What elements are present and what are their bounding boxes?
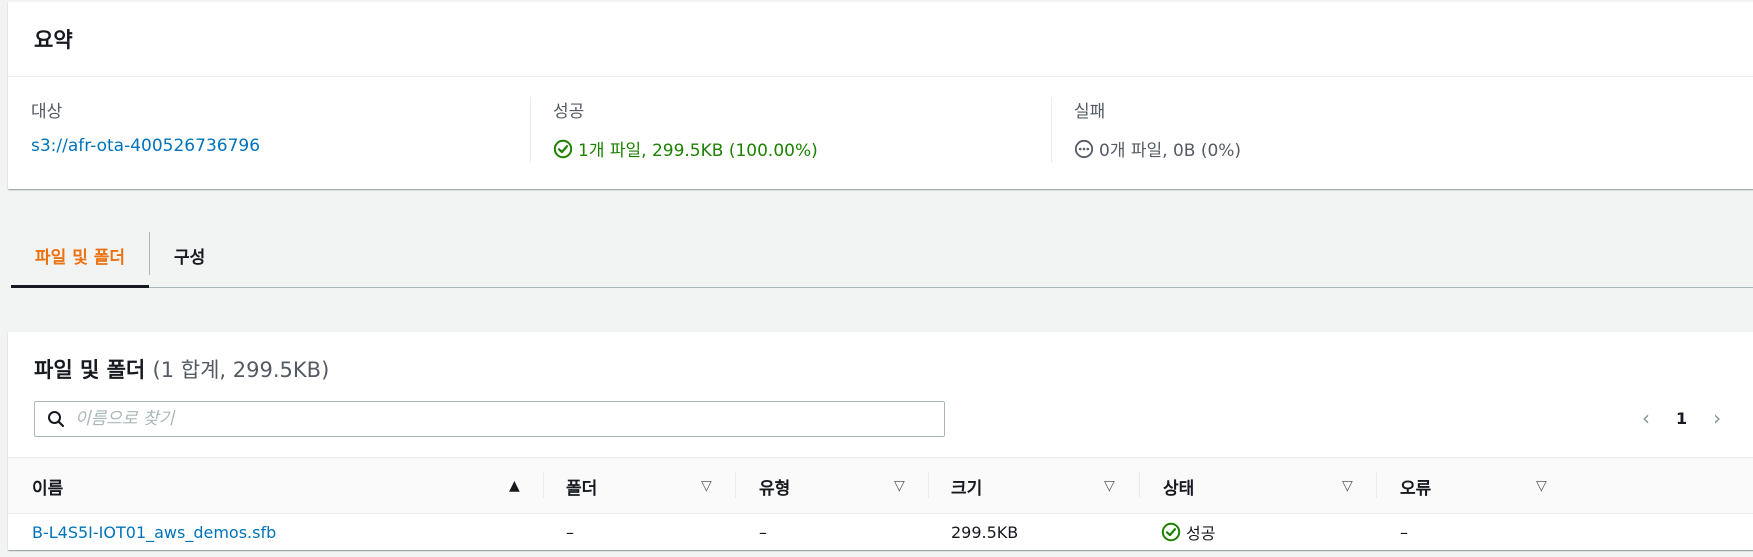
sort-toggle-icon[interactable]: ▽ <box>701 478 712 494</box>
table-row: B-L4S5I-IOT01_aws_demos.sfb – – 299.5KB … <box>8 514 1753 550</box>
succeeded-label: 성공 <box>553 102 585 122</box>
search-icon <box>48 411 65 428</box>
failed-label: 실패 <box>1074 102 1106 122</box>
next-page-icon[interactable]: › <box>1713 406 1721 430</box>
success-check-icon <box>553 139 573 158</box>
destination-column: 대상 s3://afr-ota-400526736796 <box>31 97 260 156</box>
files-count: (1 합계, 299.5KB) <box>152 358 330 382</box>
column-header-error[interactable]: 오류 <box>1400 458 1431 515</box>
file-type: – <box>759 522 767 542</box>
pagination: ‹ 1 › <box>1642 406 1721 430</box>
summary-title: 요약 <box>34 28 73 52</box>
current-page[interactable]: 1 <box>1676 409 1687 428</box>
column-header-size[interactable]: 크기 <box>951 458 982 515</box>
column-header-status[interactable]: 상태 <box>1163 458 1194 515</box>
destination-link[interactable]: s3://afr-ota-400526736796 <box>31 136 260 156</box>
column-header-type[interactable]: 유형 <box>759 458 790 515</box>
column-divider <box>530 97 531 163</box>
previous-page-icon[interactable]: ‹ <box>1642 406 1650 430</box>
destination-label: 대상 <box>31 102 63 122</box>
succeeded-value: 1개 파일, 299.5KB (100.00%) <box>578 141 818 161</box>
tab-configuration[interactable]: 구성 <box>150 224 229 287</box>
table-header: 이름 ▲ 폴더 ▽ 유형 ▽ 크기 ▽ 상태 ▽ 오류 ▽ <box>8 457 1753 514</box>
tab-files-and-folders[interactable]: 파일 및 폴더 <box>11 224 150 288</box>
column-divider <box>1139 472 1140 498</box>
files-title-text: 파일 및 폴더 <box>34 358 146 382</box>
column-header-folder[interactable]: 폴더 <box>566 458 597 515</box>
summary-columns: 대상 s3://afr-ota-400526736796 성공 1개 파일, 2… <box>8 77 1753 187</box>
files-panel: 파일 및 폴더 (1 합계, 299.5KB) ‹ 1 › 이름 ▲ 폴더 ▽ … <box>8 332 1753 550</box>
success-check-icon <box>1161 522 1181 542</box>
column-divider <box>543 472 544 498</box>
column-divider <box>735 472 736 498</box>
search-box <box>34 401 945 437</box>
succeeded-column: 성공 1개 파일, 299.5KB (100.00%) <box>553 97 818 161</box>
file-folder: – <box>566 522 574 542</box>
column-header-name[interactable]: 이름 <box>32 458 63 515</box>
column-divider <box>1376 472 1377 498</box>
search-input[interactable] <box>75 409 895 429</box>
sort-toggle-icon[interactable]: ▽ <box>1342 478 1353 494</box>
summary-header: 요약 <box>8 2 1753 77</box>
sort-toggle-icon[interactable]: ▽ <box>894 478 905 494</box>
file-status-label: 성공 <box>1186 524 1216 543</box>
failed-column: 실패 0개 파일, 0B (0%) <box>1074 97 1241 161</box>
file-size: 299.5KB <box>951 522 1019 542</box>
sort-toggle-icon[interactable]: ▽ <box>1536 478 1547 494</box>
column-divider <box>928 472 929 498</box>
file-error: – <box>1400 522 1408 542</box>
tab-bar: 파일 및 폴더 구성 <box>11 224 1753 288</box>
file-status: 성공 <box>1161 514 1215 550</box>
neutral-ellipsis-icon <box>1074 139 1094 158</box>
summary-panel: 요약 대상 s3://afr-ota-400526736796 성공 1개 파일… <box>8 2 1753 189</box>
column-divider <box>1051 97 1052 163</box>
failed-value: 0개 파일, 0B (0%) <box>1099 141 1242 161</box>
file-name-link[interactable]: B-L4S5I-IOT01_aws_demos.sfb <box>32 523 276 542</box>
files-title: 파일 및 폴더 (1 합계, 299.5KB) <box>34 354 329 384</box>
sort-ascending-icon[interactable]: ▲ <box>509 478 520 494</box>
sort-toggle-icon[interactable]: ▽ <box>1104 478 1115 494</box>
